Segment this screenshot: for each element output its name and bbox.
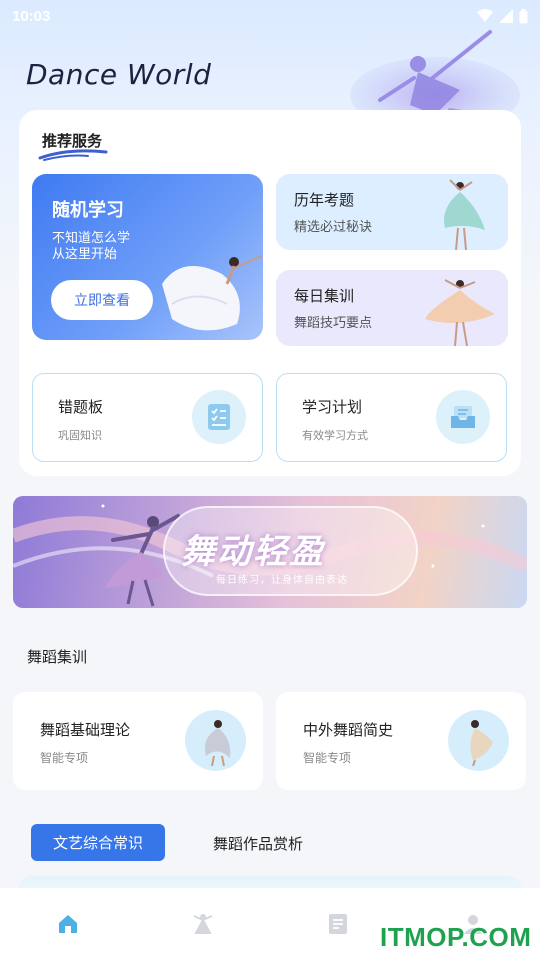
- dance-theory-card[interactable]: 舞蹈基础理论 智能专项: [13, 692, 263, 790]
- dance-icon: [193, 914, 212, 934]
- dance-history-card[interactable]: 中外舞蹈简史 智能专项: [276, 692, 526, 790]
- dancer-peach-dress-image: [425, 279, 495, 346]
- dance-history-subtitle: 智能专项: [303, 751, 352, 765]
- home-icon: [58, 915, 77, 933]
- checklist-icon: [192, 390, 246, 444]
- nav-home[interactable]: [38, 894, 98, 954]
- app-title: Dance World: [26, 58, 212, 91]
- dancer-white-dress-image: [162, 255, 263, 331]
- promo-banner[interactable]: 舞动轻盈 每日练习，让身体自由表达: [13, 496, 527, 608]
- study-plan-title: 学习计划: [302, 398, 363, 416]
- tab-dance-works-appreciation[interactable]: 舞蹈作品赏析: [213, 833, 303, 854]
- wrong-questions-tile[interactable]: 错题板 巩固知识: [32, 373, 263, 462]
- past-exams-subtitle: 精选必过秘诀: [294, 220, 373, 235]
- status-time: 10:03: [12, 7, 51, 25]
- title-underline-decoration: [38, 149, 108, 161]
- dance-theory-title: 舞蹈基础理论: [40, 721, 131, 739]
- study-plan-tile[interactable]: 学习计划 有效学习方式: [276, 373, 507, 462]
- random-study-title: 随机学习: [52, 200, 124, 221]
- past-exams-title: 历年考题: [294, 191, 355, 209]
- dance-theory-subtitle: 智能专项: [40, 751, 89, 765]
- view-now-button[interactable]: 立即查看: [51, 280, 153, 320]
- dance-history-title: 中外舞蹈简史: [303, 721, 394, 739]
- dancer-teal-dress-image: [444, 179, 485, 250]
- document-icon: [328, 914, 347, 934]
- wrong-questions-subtitle: 巩固知识: [58, 429, 102, 442]
- study-plan-subtitle: 有效学习方式: [302, 429, 368, 442]
- banner-subtitle: 每日练习，让身体自由表达: [216, 575, 348, 586]
- tab-arts-general-knowledge[interactable]: 文艺综合常识: [31, 824, 165, 861]
- past-exams-tile[interactable]: 历年考题 精选必过秘诀: [276, 174, 508, 250]
- random-study-subtitle: 不知道怎么学 从这里开始: [52, 231, 131, 262]
- nav-dance[interactable]: [173, 894, 233, 954]
- daily-training-tile[interactable]: 每日集训 舞蹈技巧要点: [276, 270, 508, 346]
- wrong-questions-title: 错题板: [58, 398, 104, 416]
- inbox-tray-icon: [436, 390, 490, 444]
- daily-training-title: 每日集训: [294, 287, 355, 305]
- training-section-title: 舞蹈集训: [27, 648, 88, 666]
- random-study-tile[interactable]: 随机学习 不知道怎么学 从这里开始 立即查看: [32, 174, 263, 340]
- dancer-beige-thumbnail: [448, 710, 509, 771]
- banner-title: 舞动轻盈: [181, 532, 325, 572]
- dancer-silver-thumbnail: [185, 710, 246, 771]
- watermark-logo: ITMOP.COM: [380, 922, 532, 952]
- nav-document[interactable]: [308, 894, 368, 954]
- daily-training-subtitle: 舞蹈技巧要点: [294, 316, 373, 331]
